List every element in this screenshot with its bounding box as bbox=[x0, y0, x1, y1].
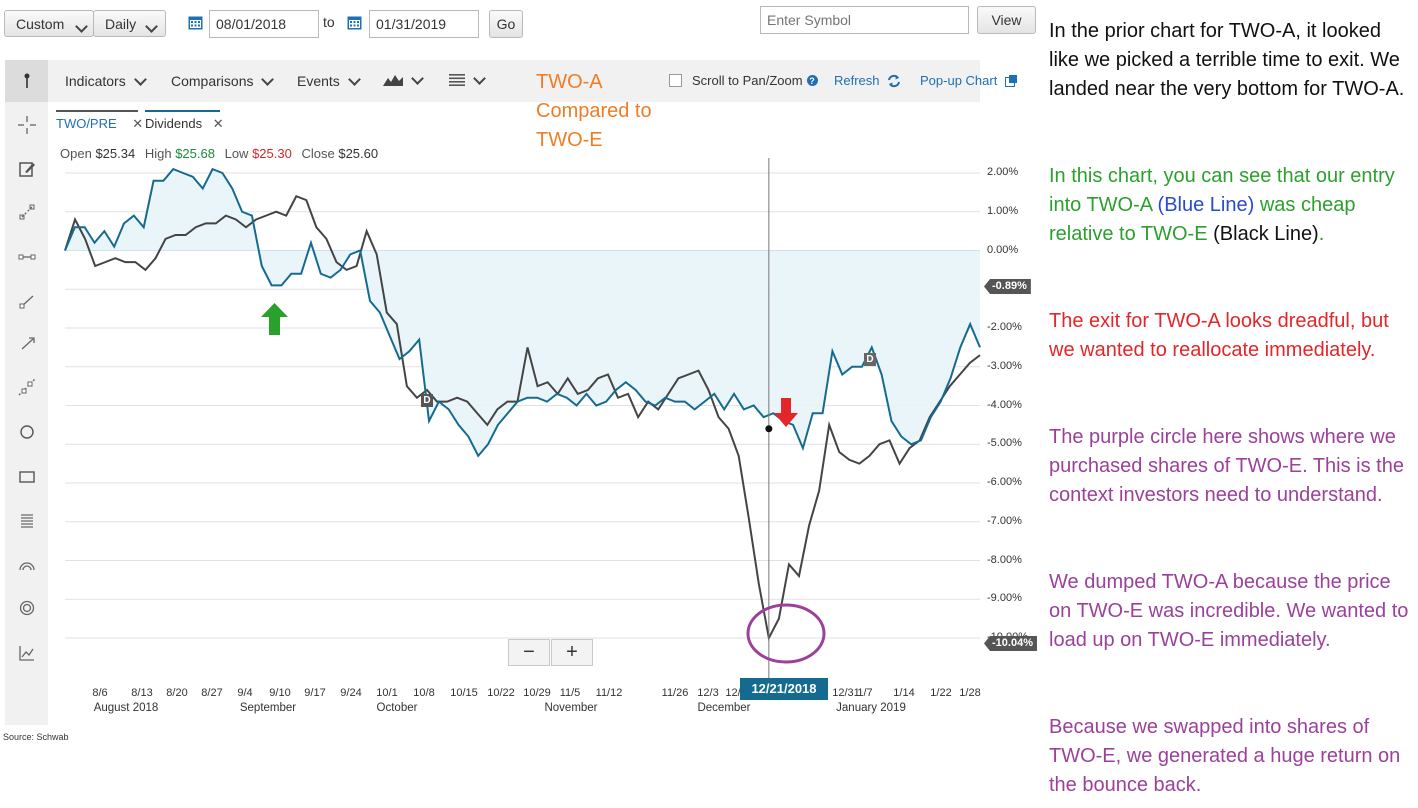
commentary-p2-e: . bbox=[1318, 223, 1325, 245]
x-axis-tick-label: 12/3 bbox=[697, 687, 719, 699]
last-value-badge-black: -10.04% bbox=[984, 636, 1037, 651]
x-axis-tick-label: 8/27 bbox=[201, 687, 223, 699]
x-axis-tick-label: 9/24 bbox=[340, 687, 362, 699]
x-axis-month-label: January 2019 bbox=[836, 702, 906, 714]
last-value-badge-blue: -0.89% bbox=[984, 279, 1031, 294]
x-axis-tick-label: 9/4 bbox=[237, 687, 253, 699]
x-axis-tick-label: 10/1 bbox=[376, 687, 398, 699]
y-axis-tick-label: -9.00% bbox=[987, 592, 1022, 605]
y-axis-tick-label: -4.00% bbox=[987, 398, 1022, 411]
x-axis-month-label: August 2018 bbox=[93, 702, 159, 714]
y-axis-tick-label: -7.00% bbox=[987, 514, 1022, 527]
commentary-p2-black: (Black Line) bbox=[1213, 223, 1319, 245]
crosshair-date-label: 12/21/2018 bbox=[740, 678, 828, 700]
x-axis-month-label: October bbox=[376, 702, 418, 714]
x-axis-month-label: December bbox=[697, 702, 751, 714]
source-note: Source: Schwab bbox=[3, 732, 69, 742]
x-axis-tick-label: 9/10 bbox=[269, 687, 291, 699]
x-axis-tick-label: 11/26 bbox=[661, 687, 689, 699]
commentary-paragraph-4: The purple circle here shows where we pu… bbox=[1049, 426, 1404, 506]
y-axis-tick-label: -2.00% bbox=[987, 321, 1022, 333]
x-axis-tick-label: 1/28 bbox=[959, 687, 981, 699]
commentary-paragraph-6: Because we swapped into shares of TWO-E,… bbox=[1049, 716, 1401, 796]
x-axis-tick-label: 11/5 bbox=[559, 687, 581, 699]
y-axis-tick-label: -3.00% bbox=[987, 359, 1022, 372]
x-axis-tick-label: 12/ bbox=[725, 687, 741, 699]
y-axis-tick-label: -5.00% bbox=[987, 437, 1022, 450]
x-axis-tick-label: 11/12 bbox=[595, 687, 623, 699]
x-axis-tick-label: 12/31 bbox=[832, 687, 860, 699]
x-axis-tick-label: 10/22 bbox=[487, 687, 515, 699]
crosshair-point-marker bbox=[765, 425, 773, 433]
x-axis-tick-label: 1/22 bbox=[930, 687, 952, 699]
dividend-marker[interactable]: D bbox=[864, 353, 876, 366]
x-axis-tick-label: 8/6 bbox=[92, 687, 108, 699]
x-axis-tick-label: 10/8 bbox=[413, 687, 435, 699]
y-axis-tick-label: 1.00% bbox=[987, 204, 1019, 217]
zoom-in-button[interactable]: + bbox=[551, 639, 593, 666]
green-up-arrow bbox=[261, 303, 288, 335]
x-axis-month-label: November bbox=[544, 702, 598, 714]
y-axis-tick-label: 2.00% bbox=[987, 166, 1019, 178]
x-axis-tick-label: 10/29 bbox=[523, 687, 551, 699]
y-axis-tick-label: 0.00% bbox=[987, 243, 1019, 256]
commentary-paragraph-2: In this chart, you can see that our entr… bbox=[1049, 162, 1409, 249]
y-axis-tick-label: -8.00% bbox=[987, 553, 1022, 566]
purple-highlight-circle bbox=[746, 603, 826, 664]
y-axis-tick-label: -6.00% bbox=[987, 476, 1022, 488]
x-axis-tick-label: 8/13 bbox=[131, 687, 153, 699]
zoom-out-button[interactable]: − bbox=[508, 639, 550, 666]
commentary-paragraph-1: In the prior chart for TWO-A, it looked … bbox=[1049, 20, 1405, 100]
x-axis-month-label: September bbox=[239, 702, 297, 714]
x-axis-tick-label: 1/7 bbox=[857, 687, 873, 699]
commentary-paragraph-5: We dumped TWO-A because the price on TWO… bbox=[1049, 571, 1409, 651]
commentary-p2-blue: (Blue Line) bbox=[1157, 194, 1255, 216]
x-axis-tick-label: 8/20 bbox=[166, 687, 188, 699]
commentary-paragraph-3: The exit for TWO-A looks dreadful, but w… bbox=[1049, 310, 1389, 361]
x-axis-tick-label: 9/17 bbox=[304, 687, 326, 699]
x-axis-tick-label: 1/14 bbox=[893, 687, 915, 699]
dividend-marker[interactable]: D bbox=[421, 394, 433, 407]
x-axis-tick-label: 10/15 bbox=[450, 687, 478, 699]
red-down-arrow bbox=[774, 398, 798, 427]
